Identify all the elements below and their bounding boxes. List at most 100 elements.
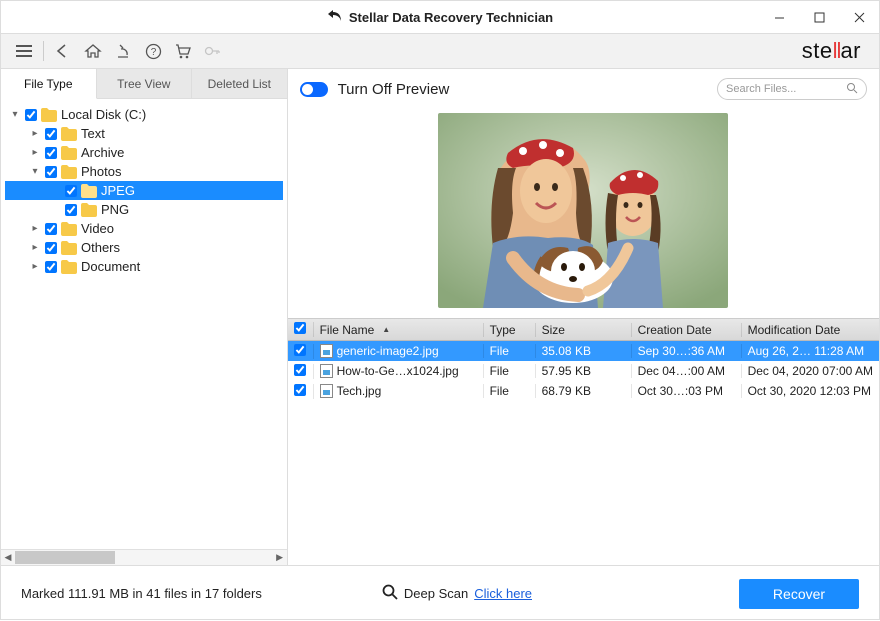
deepscan-label: Deep Scan — [404, 586, 468, 601]
file-type: File — [484, 364, 536, 378]
scrollbar-thumb[interactable] — [15, 551, 115, 564]
col-name-header[interactable]: File Name▲ — [314, 323, 484, 337]
maximize-button[interactable] — [799, 1, 839, 33]
preview-image — [438, 113, 728, 308]
recover-button[interactable]: Recover — [739, 579, 859, 609]
undo-icon — [327, 9, 343, 26]
tree-label: Others — [81, 240, 120, 255]
col-mdate-header[interactable]: Modification Date — [742, 323, 879, 337]
horizontal-scrollbar[interactable]: ◀ ▶ — [1, 549, 287, 565]
tab-file-type[interactable]: File Type — [1, 69, 97, 99]
file-cdate: Dec 04…:00 AM — [632, 364, 742, 378]
file-name: Tech.jpg — [337, 384, 382, 398]
folder-icon — [61, 222, 77, 236]
cart-icon[interactable] — [168, 37, 198, 65]
sort-asc-icon: ▲ — [382, 325, 390, 334]
tree-checkbox[interactable] — [65, 185, 77, 197]
table-row[interactable]: generic-image2.jpg File 35.08 KB Sep 30…… — [288, 341, 879, 361]
scroll-right-icon[interactable]: ▶ — [273, 550, 287, 565]
expander-icon[interactable]: ▸ — [29, 261, 41, 272]
expander-icon[interactable]: ▸ — [29, 223, 41, 234]
magnifier-icon — [382, 584, 398, 603]
tree-checkbox[interactable] — [45, 223, 57, 235]
folder-icon — [61, 241, 77, 255]
file-mdate: Aug 26, 2… 11:28 AM — [742, 344, 879, 358]
select-all-checkbox[interactable] — [294, 322, 306, 334]
tree-checkbox[interactable] — [25, 109, 37, 121]
minimize-button[interactable] — [759, 1, 799, 33]
tree-checkbox[interactable] — [45, 128, 57, 140]
toolbar: ? stellar — [1, 33, 879, 69]
search-placeholder: Search Files... — [726, 83, 796, 95]
file-size: 35.08 KB — [536, 344, 632, 358]
preview-area — [288, 109, 879, 318]
expander-icon[interactable]: ▾ — [9, 109, 21, 120]
status-bar: Marked 111.91 MB in 41 files in 17 folde… — [1, 565, 879, 621]
tree-label: Text — [81, 126, 105, 141]
table-row[interactable]: How-to-Ge…x1024.jpg File 57.95 KB Dec 04… — [288, 361, 879, 381]
status-text: Marked 111.91 MB in 41 files in 17 folde… — [21, 586, 262, 601]
expander-icon[interactable]: ▸ — [29, 242, 41, 253]
folder-icon — [61, 260, 77, 274]
expander-icon[interactable]: ▾ — [29, 166, 41, 177]
tree[interactable]: ▾ Local Disk (C:) ▸ Text ▸ Archive ▾ — [1, 99, 287, 549]
scroll-left-icon[interactable]: ◀ — [1, 550, 15, 565]
file-mdate: Oct 30, 2020 12:03 PM — [742, 384, 879, 398]
file-icon — [320, 364, 333, 378]
search-icon — [846, 82, 858, 97]
tree-label: Document — [81, 259, 140, 274]
file-mdate: Dec 04, 2020 07:00 AM — [742, 364, 879, 378]
col-cdate-header[interactable]: Creation Date — [632, 323, 742, 337]
key-icon[interactable] — [198, 37, 228, 65]
expander-icon[interactable]: ▸ — [29, 128, 41, 139]
folder-icon — [61, 165, 77, 179]
folder-icon — [81, 184, 97, 198]
file-name: How-to-Ge…x1024.jpg — [337, 364, 459, 378]
folder-icon — [41, 108, 57, 122]
file-size: 57.95 KB — [536, 364, 632, 378]
table-row[interactable]: Tech.jpg File 68.79 KB Oct 30…:03 PM Oct… — [288, 381, 879, 401]
file-type: File — [484, 384, 536, 398]
help-icon[interactable]: ? — [138, 37, 168, 65]
file-cdate: Oct 30…:03 PM — [632, 384, 742, 398]
search-input[interactable]: Search Files... — [717, 78, 867, 100]
tree-label: Local Disk (C:) — [61, 107, 146, 122]
file-cdate: Sep 30…:36 AM — [632, 344, 742, 358]
deepscan-link[interactable]: Click here — [474, 586, 532, 601]
tree-checkbox[interactable] — [45, 242, 57, 254]
folder-icon — [61, 127, 77, 141]
file-icon — [320, 384, 333, 398]
tree-label: Archive — [81, 145, 124, 160]
menu-icon[interactable] — [9, 37, 39, 65]
brand-logo: stellar — [802, 38, 871, 64]
tree-label: Photos — [81, 164, 121, 179]
folder-icon — [81, 203, 97, 217]
content-pane: Turn Off Preview Search Files... — [288, 69, 879, 565]
preview-toggle-label: Turn Off Preview — [338, 81, 450, 98]
file-table: File Name▲ Type Size Creation Date Modif… — [288, 318, 879, 401]
svg-text:?: ? — [150, 47, 156, 58]
row-checkbox[interactable] — [294, 384, 306, 396]
microscope-icon[interactable] — [108, 37, 138, 65]
home-icon[interactable] — [78, 37, 108, 65]
file-name: generic-image2.jpg — [337, 344, 439, 358]
preview-toggle[interactable] — [300, 82, 328, 97]
back-icon[interactable] — [48, 37, 78, 65]
row-checkbox[interactable] — [294, 364, 306, 376]
tree-checkbox[interactable] — [45, 147, 57, 159]
tab-tree-view[interactable]: Tree View — [97, 69, 193, 98]
row-checkbox[interactable] — [294, 344, 306, 356]
tab-deleted-list[interactable]: Deleted List — [192, 69, 287, 98]
col-type-header[interactable]: Type — [484, 323, 536, 337]
tree-checkbox[interactable] — [45, 166, 57, 178]
close-button[interactable] — [839, 1, 879, 33]
file-size: 68.79 KB — [536, 384, 632, 398]
col-size-header[interactable]: Size — [536, 323, 632, 337]
expander-icon[interactable]: ▸ — [29, 147, 41, 158]
tree-label: JPEG — [101, 183, 135, 198]
tree-label: Video — [81, 221, 114, 236]
file-icon — [320, 344, 333, 358]
sidebar: File Type Tree View Deleted List ▾ Local… — [1, 69, 288, 565]
tree-checkbox[interactable] — [65, 204, 77, 216]
tree-checkbox[interactable] — [45, 261, 57, 273]
